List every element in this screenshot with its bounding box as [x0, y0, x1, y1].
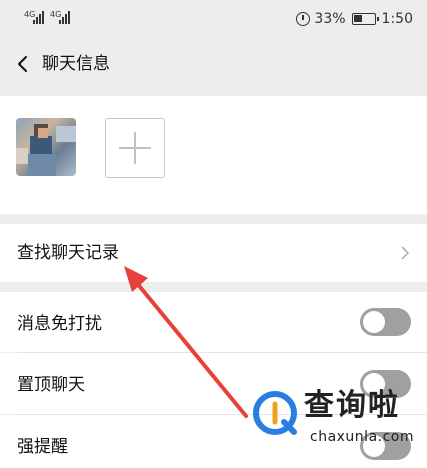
- alarm-icon: [296, 12, 311, 26]
- status-right: 33% 1:50: [296, 10, 413, 28]
- watermark-logo-icon: [253, 391, 297, 435]
- battery-percent: 33%: [314, 11, 346, 27]
- member-avatar[interactable]: [16, 118, 76, 176]
- status-bar: 4G 4G 33% 1:50: [0, 0, 427, 38]
- strong-reminder-label: 强提醒: [17, 437, 68, 457]
- nav-bar: 聊天信息: [0, 38, 427, 94]
- page-title: 聊天信息: [42, 54, 110, 74]
- add-member-button[interactable]: [105, 118, 165, 178]
- back-icon[interactable]: [14, 54, 34, 74]
- watermark-domain: chaxunla.com: [310, 429, 414, 445]
- members-section: [0, 96, 427, 214]
- watermark: 查询啦 chaxunla.com: [252, 382, 422, 464]
- mute-notifications-label: 消息免打扰: [17, 314, 102, 334]
- member-name: [26, 182, 66, 196]
- mute-notifications-toggle[interactable]: [360, 308, 411, 336]
- find-chat-history-row[interactable]: 查找聊天记录: [0, 224, 427, 282]
- find-chat-history-label: 查找聊天记录: [17, 243, 119, 263]
- battery-icon: [351, 13, 379, 25]
- signal-icon: [33, 11, 46, 24]
- chevron-right-icon: [401, 246, 410, 260]
- signal-icon: [59, 11, 72, 24]
- sticky-chat-label: 置顶聊天: [17, 375, 85, 395]
- status-time: 1:50: [381, 11, 413, 27]
- mute-notifications-row: 消息免打扰: [0, 292, 427, 352]
- watermark-title: 查询啦: [304, 388, 400, 423]
